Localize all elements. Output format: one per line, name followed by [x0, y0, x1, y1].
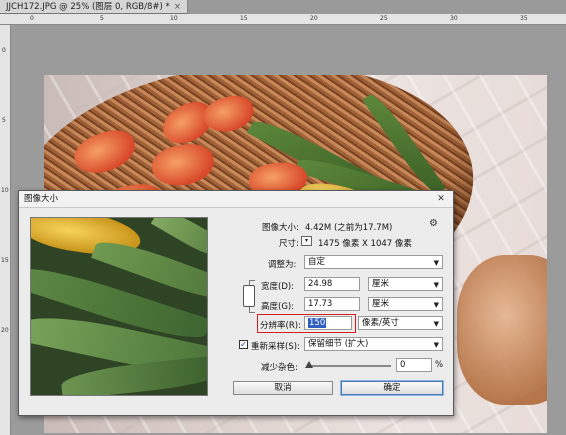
fit-to-label: 调整为:	[268, 260, 297, 270]
horizontal-ruler: 0 5 10 15 20 25 30 35	[0, 14, 566, 25]
ruler-number: 20	[310, 15, 318, 22]
width-label: 宽度(D):	[261, 282, 295, 292]
ruler-number: 15	[240, 15, 248, 22]
height-label: 高度(G):	[261, 302, 295, 312]
dialog-title: 图像大小	[19, 191, 453, 208]
ruler-number: 20	[1, 327, 9, 334]
document-tab[interactable]: JJCH172.JPG @ 25% (图层 0, RGB/8#) * ×	[0, 0, 188, 14]
width-unit: 厘米	[372, 279, 390, 289]
fit-to-select[interactable]: 自定 ▼	[304, 255, 443, 269]
close-tab-icon[interactable]: ×	[174, 2, 181, 12]
vertical-ruler: 0 5 10 15 20	[0, 25, 11, 435]
dimensions-value: 1475 像素 X 1047 像素	[318, 239, 412, 249]
resolution-label: 分辨率(R):	[260, 321, 301, 331]
ruler-number: 10	[170, 15, 178, 22]
height-unit: 厘米	[372, 299, 390, 309]
width-input[interactable]: 24.98	[304, 277, 360, 291]
chevron-down-icon: ▼	[433, 301, 439, 309]
resolution-value: 150	[308, 318, 327, 328]
ruler-number: 10	[1, 187, 9, 194]
image-size-label: 图像大小:	[262, 223, 299, 233]
ok-button[interactable]: 确定	[341, 381, 443, 395]
ruler-number: 5	[100, 15, 104, 22]
chevron-down-icon: ▼	[433, 259, 439, 267]
ruler-number: 15	[1, 257, 9, 264]
resample-label: 重新采样(S):	[251, 342, 300, 352]
resolution-input[interactable]: 150	[304, 316, 352, 330]
resolution-unit: 像素/英寸	[362, 318, 399, 328]
ruler-number: 25	[380, 15, 388, 22]
resolution-unit-select[interactable]: 像素/英寸 ▼	[358, 316, 443, 330]
dimensions-label: 尺寸:	[279, 239, 299, 249]
noise-label: 减少杂色:	[261, 363, 298, 373]
image-preview[interactable]	[30, 217, 208, 396]
resample-value: 保留细节 (扩大)	[308, 339, 369, 349]
gear-icon[interactable]: ⚙	[429, 218, 438, 229]
cancel-button[interactable]: 取消	[233, 381, 333, 395]
fit-to-value: 自定	[308, 257, 326, 267]
dimensions-units-dropdown[interactable]: ▾	[301, 236, 312, 246]
noise-unit: %	[435, 360, 444, 370]
link-constrain-icon[interactable]	[243, 285, 255, 307]
image-size-value: 4.42M (之前为17.7M)	[305, 223, 393, 233]
ribbon-bow	[457, 255, 547, 405]
resample-checkbox[interactable]: ✓	[239, 340, 248, 349]
height-input[interactable]: 17.73	[304, 297, 360, 311]
chevron-down-icon: ▼	[433, 281, 439, 289]
noise-slider-thumb[interactable]	[305, 361, 313, 368]
close-icon[interactable]: ✕	[433, 194, 449, 205]
ruler-number: 0	[30, 15, 34, 22]
chevron-down-icon: ▼	[433, 320, 439, 328]
ruler-number: 0	[2, 47, 6, 54]
resample-select[interactable]: 保留细节 (扩大) ▼	[304, 337, 443, 351]
ruler-number: 30	[450, 15, 458, 22]
document-tab-title: JJCH172.JPG @ 25% (图层 0, RGB/8#) *	[6, 2, 170, 12]
ruler-number: 5	[2, 117, 6, 124]
chevron-down-icon: ▼	[433, 341, 439, 349]
height-unit-select[interactable]: 厘米 ▼	[368, 297, 443, 311]
noise-input[interactable]: 0	[396, 358, 432, 372]
width-unit-select[interactable]: 厘米 ▼	[368, 277, 443, 291]
noise-slider-track[interactable]	[309, 365, 391, 367]
ruler-number: 35	[520, 15, 528, 22]
image-size-dialog: 图像大小 ✕ 图像大小: 4.42M (之前为17.7M) ⚙ 尺寸: ▾ 14…	[18, 190, 454, 416]
